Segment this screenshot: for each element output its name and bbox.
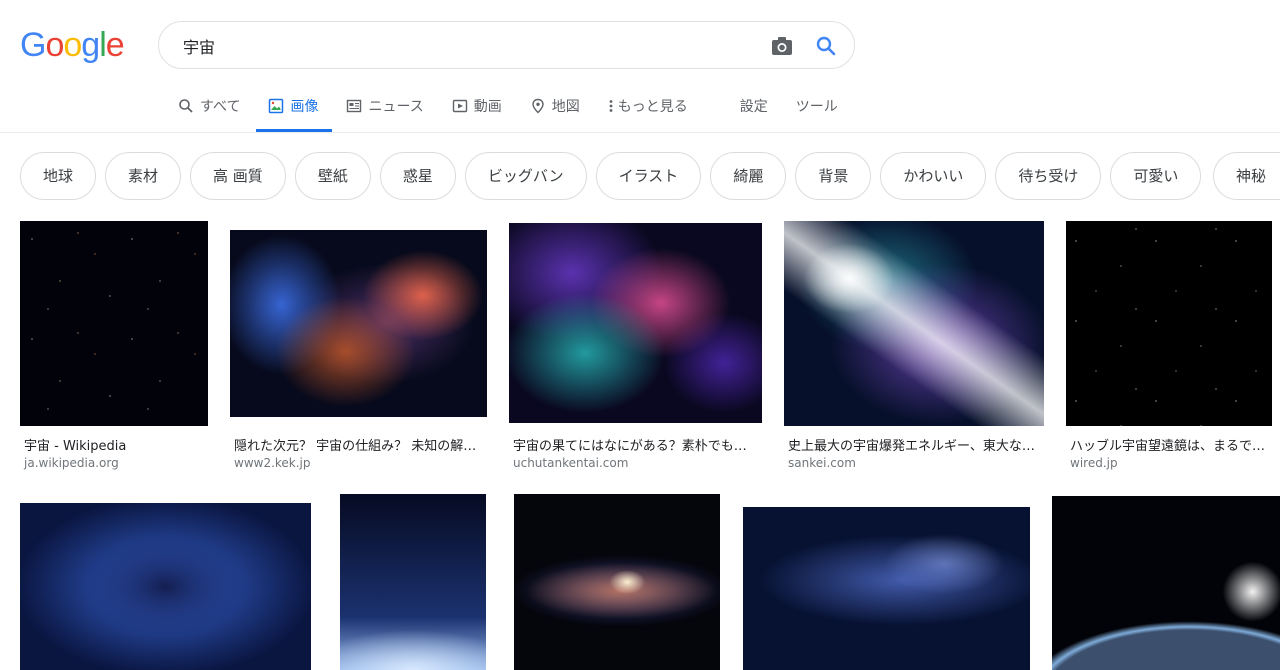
chip[interactable]: ビッグバン xyxy=(464,152,587,200)
tab-label: 画像 xyxy=(290,99,319,115)
result-image[interactable] xyxy=(784,221,1044,426)
chip[interactable]: 地球 xyxy=(20,152,97,200)
video-icon xyxy=(452,99,467,113)
result-image[interactable] xyxy=(743,507,1030,670)
tab-label: すべて xyxy=(200,99,241,115)
related-search-chips: 地球 素材 高 画質 壁紙 惑星 ビッグバン イラスト 綺麗 背景 かわいい 待… xyxy=(20,152,1202,200)
result-image[interactable] xyxy=(1052,496,1280,670)
more-vert-icon xyxy=(609,100,613,112)
tab-maps[interactable]: 地図 xyxy=(530,96,594,132)
chip[interactable]: 待ち受け xyxy=(995,152,1102,200)
result-image[interactable] xyxy=(514,494,720,670)
tab-more[interactable]: もっと見る xyxy=(608,96,702,132)
result-source: ja.wikipedia.org xyxy=(24,456,119,470)
result-image[interactable] xyxy=(1066,221,1272,426)
tab-label: 地図 xyxy=(551,99,580,115)
chip[interactable]: イラスト xyxy=(595,152,702,200)
result-image[interactable] xyxy=(20,503,311,670)
search-tabs: すべて 画像 ニュース 動画 地図 もっと見る 設定 ツール xyxy=(178,96,866,132)
result-title[interactable]: 隠れた次元？ 宇宙の仕組み？ 未知の解明へ xyxy=(234,435,478,454)
chip[interactable]: 壁紙 xyxy=(294,152,371,200)
result-source: www2.kek.jp xyxy=(234,456,311,470)
tools-link[interactable]: ツール xyxy=(796,96,852,132)
camera-icon[interactable] xyxy=(770,35,794,57)
settings-link[interactable]: 設定 xyxy=(740,96,782,132)
chip[interactable]: 綺麗 xyxy=(710,152,787,200)
search-box xyxy=(158,21,855,69)
result-title[interactable]: 宇宙 - Wikipedia xyxy=(24,435,208,454)
chip[interactable]: 神秘 xyxy=(1213,152,1280,200)
tab-label: 動画 xyxy=(473,99,502,115)
result-source: wired.jp xyxy=(1070,456,1118,470)
result-image[interactable] xyxy=(509,223,762,423)
chip[interactable]: かわいい xyxy=(880,152,987,200)
tools-label: ツール xyxy=(795,99,838,115)
tab-all[interactable]: すべて xyxy=(178,96,254,132)
chip[interactable]: 背景 xyxy=(795,152,872,200)
result-source: uchutankentai.com xyxy=(513,456,629,470)
image-icon xyxy=(269,98,284,114)
chip[interactable]: 可愛い xyxy=(1110,152,1202,200)
result-source: sankei.com xyxy=(788,456,856,470)
tab-label: ニュース xyxy=(368,99,424,115)
settings-label: 設定 xyxy=(739,99,768,115)
result-image[interactable] xyxy=(340,494,486,670)
tab-images[interactable]: 画像 xyxy=(256,96,333,132)
search-icon xyxy=(179,99,193,113)
header-divider xyxy=(0,132,1280,133)
tab-news[interactable]: ニュース xyxy=(346,96,437,132)
map-pin-icon xyxy=(532,98,544,114)
news-icon xyxy=(347,99,362,113)
search-icon[interactable] xyxy=(814,34,838,58)
result-image[interactable] xyxy=(230,230,487,417)
result-image[interactable] xyxy=(20,221,208,426)
tab-videos[interactable]: 動画 xyxy=(452,96,516,132)
chip[interactable]: 惑星 xyxy=(379,152,456,200)
result-title[interactable]: ハッブル宇宙望遠鏡は、まるで宇宙の窓 xyxy=(1070,435,1270,454)
tab-label: もっと見る xyxy=(617,99,688,115)
result-title[interactable]: 宇宙の果てにはなにがある？素朴でも奥深い疑問 xyxy=(513,435,757,454)
chip[interactable]: 素材 xyxy=(105,152,182,200)
chip[interactable]: 高 画質 xyxy=(190,152,286,200)
result-title[interactable]: 史上最大の宇宙爆発エネルギー、東大などが観測 xyxy=(788,435,1040,454)
search-input[interactable] xyxy=(181,34,765,58)
google-logo[interactable]: Google xyxy=(20,26,125,65)
